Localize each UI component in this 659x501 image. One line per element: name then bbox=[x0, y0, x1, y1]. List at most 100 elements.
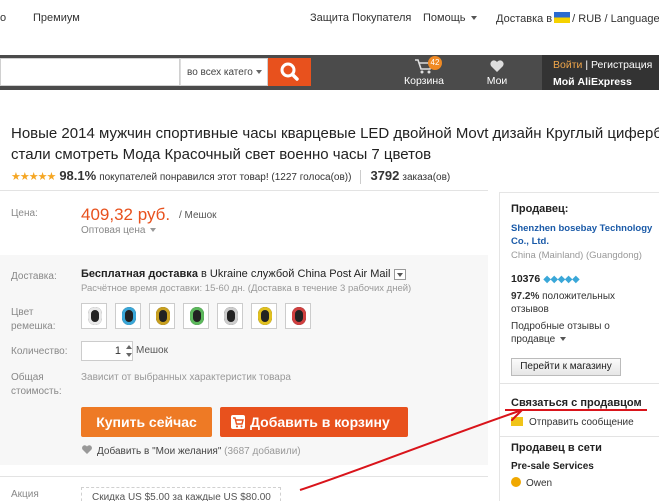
detailed-reviews-link[interactable]: Подробные отзывы о продавце bbox=[511, 320, 651, 346]
seller-heading: Продавец: bbox=[511, 203, 569, 215]
flag-icon bbox=[554, 12, 571, 23]
shipping-details: в Ukraine службой China Post Air Mail bbox=[201, 268, 391, 280]
promo-coupon[interactable]: Скидка US $5.00 за каждые US $80.00 bbox=[81, 487, 281, 501]
search-icon bbox=[280, 62, 299, 81]
shipping-label: Доставка: bbox=[11, 271, 57, 282]
quantity-label: Количество: bbox=[11, 346, 68, 357]
strap-color-label: Цвет ремешка: bbox=[11, 306, 56, 334]
strap-color-swatch[interactable] bbox=[183, 303, 209, 329]
help-label: Помощь bbox=[423, 12, 466, 24]
strap-color-label-line-2: ремешка: bbox=[11, 321, 56, 332]
envelope-icon bbox=[511, 417, 523, 426]
diamond-rating-icon: ◆◆◆◆◆ bbox=[543, 274, 580, 285]
strap-color-swatch[interactable] bbox=[217, 303, 243, 329]
divider bbox=[500, 436, 659, 437]
go-to-store-button[interactable]: Перейти к магазину bbox=[511, 358, 621, 376]
heart-icon bbox=[82, 445, 92, 454]
search-input[interactable] bbox=[0, 58, 180, 86]
orders-label: заказа(ов) bbox=[402, 172, 451, 183]
divider bbox=[0, 476, 488, 477]
free-shipping-text: Бесплатная доставка bbox=[81, 268, 198, 280]
strap-color-label-line-1: Цвет bbox=[11, 307, 34, 318]
wishlist-text: Добавить в "Мои желания" bbox=[97, 446, 222, 457]
search-category-select[interactable]: во всех катего bbox=[180, 58, 268, 86]
send-message-link[interactable]: Отправить сообщение bbox=[511, 417, 634, 428]
wishlist-label: Мои желания bbox=[476, 75, 518, 99]
strap-color-swatch[interactable] bbox=[81, 303, 107, 329]
auth-links: Войти | Регистрация bbox=[553, 59, 652, 71]
cart-label: Корзина bbox=[404, 75, 444, 87]
add-to-cart-label: Добавить в корзину bbox=[250, 414, 390, 430]
search-button[interactable] bbox=[268, 58, 311, 86]
wishlist-count: (3687 добавили) bbox=[224, 446, 301, 457]
divider bbox=[500, 383, 659, 384]
shipping-method: Бесплатная доставка в Ukraine службой Ch… bbox=[81, 268, 407, 280]
price-unit: / Мешок bbox=[179, 210, 217, 221]
search-category-label: во всех катего bbox=[187, 67, 253, 78]
rating-line: ★★★★★ 98.1% покупателей понравился этот то… bbox=[11, 168, 451, 185]
quantity-unit: Мешок bbox=[136, 345, 168, 356]
top-bar: о Премиум Защита Покупателя Помощь Доста… bbox=[0, 0, 659, 38]
add-to-wishlist[interactable]: Добавить в "Мои желания" (3687 добавили) bbox=[81, 444, 301, 457]
premium-link[interactable]: Премиум bbox=[33, 12, 80, 24]
quantity-stepper[interactable] bbox=[126, 342, 132, 360]
watch-thumbnail-icon bbox=[258, 307, 272, 325]
price-value: 409,32 руб. bbox=[81, 205, 171, 224]
orders-count: 3792 bbox=[370, 168, 400, 183]
seller-online-heading: Продавец в сети bbox=[511, 442, 602, 454]
watch-thumbnail-icon bbox=[122, 307, 136, 325]
product-title-line-1: Новые 2014 мужчин спортивные часы кварце… bbox=[11, 125, 659, 142]
seller-panel: Продавец: Shenzhen bosebay Technology Co… bbox=[499, 192, 659, 501]
watch-thumbnail-icon bbox=[88, 307, 102, 325]
positive-percent: 97.2% bbox=[511, 291, 540, 302]
total-cost-label-line-2: стоимость: bbox=[11, 386, 62, 397]
promo-label: Акция bbox=[11, 489, 39, 500]
register-link[interactable]: | Регистрация bbox=[585, 59, 652, 71]
wholesale-label: Оптовая цена bbox=[81, 225, 146, 236]
buyer-protection-link[interactable]: Защита Покупателя bbox=[310, 12, 411, 24]
help-menu[interactable]: Помощь bbox=[423, 12, 477, 24]
product-title: Новые 2014 мужчин спортивные часы кварце… bbox=[11, 123, 659, 165]
wishlist-link[interactable]: Мои желания bbox=[465, 58, 529, 99]
heart-icon bbox=[490, 60, 504, 72]
my-aliexpress-link[interactable]: Мой AliExpress bbox=[553, 76, 632, 88]
send-message-label: Отправить сообщение bbox=[529, 417, 634, 428]
divider bbox=[360, 170, 362, 185]
contact-seller-heading: Связаться с продавцом bbox=[511, 397, 642, 409]
seller-score-value: 10376 bbox=[511, 273, 541, 285]
watch-thumbnail-icon bbox=[190, 307, 204, 325]
account-box: Войти | Регистрация Мой AliExpress bbox=[542, 55, 659, 90]
rating-text[interactable]: покупателей понравился этот товар! (1227… bbox=[99, 172, 351, 183]
seller-score[interactable]: 10376 ◆◆◆◆◆ bbox=[511, 273, 580, 285]
login-link[interactable]: Войти bbox=[553, 59, 582, 71]
presale-heading: Pre-sale Services bbox=[511, 461, 594, 472]
strap-color-swatch[interactable] bbox=[115, 303, 141, 329]
total-cost-label: Общая стоимость: bbox=[11, 371, 62, 399]
add-to-cart-button[interactable]: Добавить в корзину bbox=[220, 407, 408, 437]
buy-now-button[interactable]: Купить сейчас bbox=[81, 407, 212, 437]
agent-owen[interactable]: Owen bbox=[511, 477, 552, 489]
currency-language-label: / RUB / Language bbox=[572, 13, 659, 25]
positive-feedback: 97.2% положительных отзывов bbox=[511, 290, 651, 316]
strap-color-swatch[interactable] bbox=[149, 303, 175, 329]
top-link-partial[interactable]: о bbox=[0, 12, 6, 24]
chevron-down-icon bbox=[470, 16, 477, 21]
rating-stars: ★★★★★ bbox=[11, 171, 56, 183]
price-label: Цена: bbox=[11, 208, 38, 219]
online-status-icon bbox=[511, 477, 521, 487]
rating-percent: 98.1% bbox=[59, 168, 97, 183]
detailed-reviews-label: Подробные отзывы о продавце bbox=[511, 321, 610, 345]
ship-to-menu[interactable]: Доставка в / RUB / Language bbox=[496, 12, 659, 25]
store-name-link[interactable]: Shenzhen bosebay Technology Co., Ltd. bbox=[511, 222, 656, 248]
shipping-options-dropdown[interactable] bbox=[394, 268, 407, 280]
divider bbox=[0, 190, 488, 191]
strap-color-swatch[interactable] bbox=[251, 303, 277, 329]
store-location: China (Mainland) (Guangdong) bbox=[511, 250, 642, 261]
chevron-down-icon bbox=[255, 70, 262, 75]
delivery-time: Расчётное время доставки: 15-60 дн. (Дос… bbox=[81, 283, 412, 294]
wholesale-price-toggle[interactable]: Оптовая цена bbox=[81, 225, 157, 236]
strap-color-swatch[interactable] bbox=[285, 303, 311, 329]
total-cost-label-line-1: Общая bbox=[11, 372, 44, 383]
chevron-down-icon bbox=[560, 337, 567, 342]
watch-thumbnail-icon bbox=[156, 307, 170, 325]
